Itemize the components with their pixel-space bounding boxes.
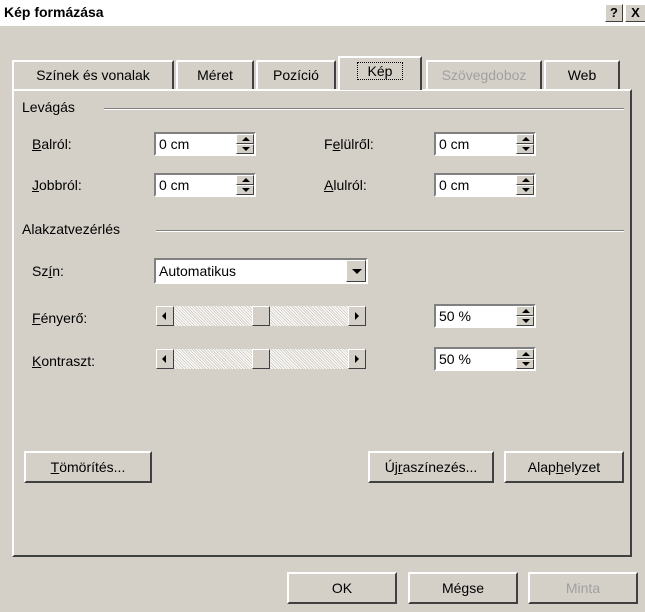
title-bar: Kép formázása ? X: [0, 0, 645, 26]
slider-thumb[interactable]: [252, 306, 270, 326]
cancel-button[interactable]: Mégse: [408, 572, 518, 604]
brightness-slider[interactable]: [156, 306, 366, 326]
tab-label: Színek és vonalak: [36, 67, 150, 83]
tab-label: Méret: [197, 67, 233, 83]
image-control-group-label: Alakzatvezérlés: [22, 221, 121, 237]
spin-down-icon[interactable]: [516, 144, 534, 154]
contrast-spinner[interactable]: 50 %: [434, 347, 536, 371]
preview-button: Minta: [528, 572, 638, 604]
brightness-label: Fényerő:: [32, 310, 88, 326]
spin-down-icon[interactable]: [516, 316, 534, 326]
cropping-group-label: Levágás: [22, 99, 75, 115]
tab-web[interactable]: Web: [544, 60, 620, 89]
compress-button[interactable]: Tömörítés...: [24, 451, 152, 483]
spin-up-icon[interactable]: [236, 134, 254, 144]
spin-down-icon[interactable]: [236, 185, 254, 195]
color-label: Szín:: [32, 263, 64, 279]
spin-up-icon[interactable]: [516, 349, 534, 359]
spin-up-icon[interactable]: [516, 134, 534, 144]
contrast-value: 50 %: [439, 351, 471, 367]
tab-position[interactable]: Pozíció: [256, 60, 336, 89]
format-picture-dialog: Kép formázása ? X Színek és vonalak Mére…: [0, 0, 645, 612]
spin-up-icon[interactable]: [516, 306, 534, 316]
contrast-label: Kontraszt:: [32, 353, 96, 369]
reset-button[interactable]: Alaphelyzet: [504, 451, 624, 483]
picture-tab-panel: Levágás Balról: 0 cm Felülről: 0 cm Jobb…: [12, 89, 632, 557]
tab-picture[interactable]: Kép: [338, 56, 422, 90]
tab-colors-and-lines[interactable]: Színek és vonalak: [12, 60, 174, 89]
brightness-value: 50 %: [439, 308, 471, 324]
help-button[interactable]: ?: [605, 4, 623, 22]
chevron-down-icon[interactable]: [346, 260, 366, 282]
color-dropdown[interactable]: Automatikus: [154, 258, 368, 284]
crop-left-spinner[interactable]: 0 cm: [154, 132, 256, 156]
arrow-left-icon[interactable]: [156, 306, 174, 326]
tab-text-box: Szövegdoboz: [426, 60, 542, 89]
close-button[interactable]: X: [625, 4, 645, 22]
tab-label: Szövegdoboz: [441, 67, 527, 83]
tab-size[interactable]: Méret: [176, 60, 254, 89]
color-value: Automatikus: [159, 263, 237, 279]
crop-right-label: Jobbról:: [32, 177, 82, 193]
tab-strip: Színek és vonalak Méret Pozíció Kép Szöv…: [12, 56, 632, 90]
crop-top-value: 0 cm: [439, 136, 470, 152]
spin-down-icon[interactable]: [236, 144, 254, 154]
crop-left-label: Balról:: [32, 136, 72, 152]
dialog-title: Kép formázása: [4, 4, 104, 20]
spin-up-icon[interactable]: [516, 175, 534, 185]
spin-up-icon[interactable]: [236, 175, 254, 185]
contrast-slider[interactable]: [156, 349, 366, 369]
tab-label: Kép: [356, 62, 404, 80]
brightness-spinner[interactable]: 50 %: [434, 304, 536, 328]
tab-label: Pozíció: [273, 67, 319, 83]
recolor-button[interactable]: Újraszínezés...: [368, 451, 494, 483]
slider-thumb[interactable]: [252, 349, 270, 369]
crop-left-value: 0 cm: [159, 136, 190, 152]
spin-down-icon[interactable]: [516, 185, 534, 195]
group-divider: [156, 230, 624, 232]
crop-bottom-label: Alulról:: [324, 177, 367, 193]
arrow-left-icon[interactable]: [156, 349, 174, 369]
crop-top-spinner[interactable]: 0 cm: [434, 132, 536, 156]
crop-right-spinner[interactable]: 0 cm: [154, 173, 256, 197]
crop-bottom-value: 0 cm: [439, 177, 470, 193]
ok-button[interactable]: OK: [287, 572, 397, 604]
tab-label: Web: [567, 67, 597, 83]
group-divider: [104, 108, 624, 110]
crop-bottom-spinner[interactable]: 0 cm: [434, 173, 536, 197]
arrow-right-icon[interactable]: [348, 306, 366, 326]
crop-right-value: 0 cm: [159, 177, 190, 193]
crop-top-label: Felülről:: [324, 136, 374, 152]
arrow-right-icon[interactable]: [348, 349, 366, 369]
spin-down-icon[interactable]: [516, 359, 534, 369]
